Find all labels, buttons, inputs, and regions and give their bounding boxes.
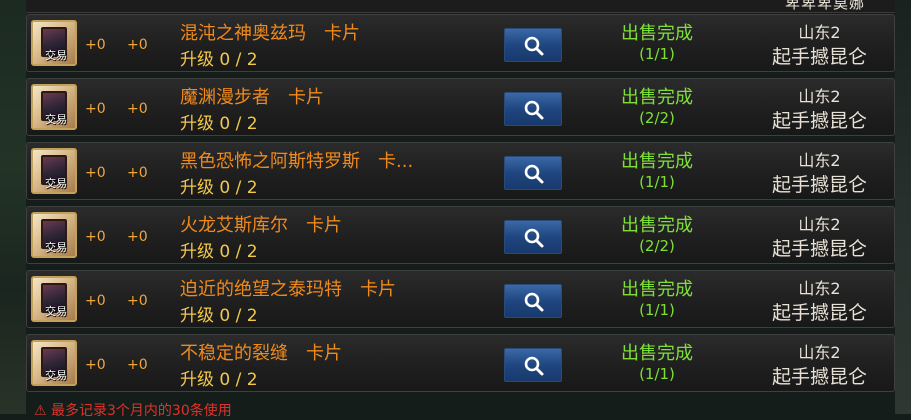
search-button[interactable] — [504, 284, 562, 318]
item-name: 火龙艾斯库尔 卡片 — [180, 215, 342, 236]
enhance-value: +0 — [85, 357, 106, 373]
sale-count: (1/1) — [639, 301, 675, 319]
upgrade-level: 升级 0 / 2 — [180, 370, 258, 390]
transaction-row: 交易 +0 +0 火龙艾斯库尔 卡片 升级 0 / 2 出售完成 (2/2) 山… — [26, 206, 895, 264]
search-button[interactable] — [504, 28, 562, 62]
transaction-row: 交易 +0 +0 迫近的绝望之泰玛特 卡片 升级 0 / 2 出售完成 (1/1… — [26, 270, 895, 328]
refine-value: +0 — [127, 357, 148, 373]
server-name: 山东2 — [798, 87, 841, 106]
upgrade-level: 升级 0 / 2 — [180, 242, 258, 262]
card-item-icon[interactable]: 交易 — [31, 276, 77, 322]
trade-label: 交易 — [45, 241, 67, 254]
trade-label: 交易 — [45, 113, 67, 126]
left-background — [0, 0, 26, 414]
item-name: 黑色恐怖之阿斯特罗斯 卡... — [180, 151, 414, 172]
sale-status: 出售完成 — [621, 215, 693, 236]
enhance-value: +0 — [85, 101, 106, 117]
sale-status: 出售完成 — [621, 87, 693, 108]
player-name: 起手撼昆仑 — [771, 110, 867, 132]
server-name: 山东2 — [798, 279, 841, 298]
transaction-row: 交易 +0 +0 黑色恐怖之阿斯特罗斯 卡... 升级 0 / 2 出售完成 (… — [26, 142, 895, 200]
card-item-icon[interactable]: 交易 — [31, 84, 77, 130]
player-name: 起手撼昆仑 — [771, 366, 867, 388]
server-name: 山东2 — [798, 343, 841, 362]
trade-label: 交易 — [45, 177, 67, 190]
refine-value: +0 — [127, 37, 148, 53]
enhance-value: +0 — [85, 165, 106, 181]
magnifier-icon — [524, 228, 544, 248]
record-limit-note: ⚠ 最多记录3个月内的30条使用 — [34, 403, 232, 419]
item-name: 魔渊漫步者 卡片 — [180, 87, 324, 108]
upgrade-level: 升级 0 / 2 — [180, 178, 258, 198]
player-name: 起手撼昆仑 — [771, 302, 867, 324]
sale-status: 出售完成 — [621, 343, 693, 364]
partial-text: 卑卑卑莫娜 — [784, 0, 865, 12]
upgrade-level: 升级 0 / 2 — [180, 50, 258, 70]
trade-label: 交易 — [45, 369, 67, 382]
search-button[interactable] — [504, 348, 562, 382]
refine-value: +0 — [127, 165, 148, 181]
card-item-icon[interactable]: 交易 — [31, 212, 77, 258]
search-button[interactable] — [504, 92, 562, 126]
magnifier-icon — [524, 36, 544, 56]
item-name: 混沌之神奥兹玛 卡片 — [180, 23, 360, 44]
sale-count: (1/1) — [639, 365, 675, 383]
sale-status: 出售完成 — [621, 151, 693, 172]
sale-count: (1/1) — [639, 45, 675, 63]
right-background — [895, 0, 911, 414]
sale-count: (2/2) — [639, 109, 675, 127]
transaction-list: 交易 +0 +0 混沌之神奥兹玛 卡片 升级 0 / 2 出售完成 (1/1) … — [26, 14, 895, 398]
card-item-icon[interactable]: 交易 — [31, 20, 77, 66]
trade-label: 交易 — [45, 49, 67, 62]
magnifier-icon — [524, 164, 544, 184]
refine-value: +0 — [127, 229, 148, 245]
upgrade-level: 升级 0 / 2 — [180, 306, 258, 326]
upgrade-level: 升级 0 / 2 — [180, 114, 258, 134]
magnifier-icon — [524, 292, 544, 312]
sale-count: (1/1) — [639, 173, 675, 191]
enhance-value: +0 — [85, 293, 106, 309]
refine-value: +0 — [127, 293, 148, 309]
transaction-row: 交易 +0 +0 魔渊漫步者 卡片 升级 0 / 2 出售完成 (2/2) 山东… — [26, 78, 895, 136]
previous-row-edge: 卑卑卑莫娜 — [26, 0, 895, 13]
sale-count: (2/2) — [639, 237, 675, 255]
server-name: 山东2 — [798, 151, 841, 170]
server-name: 山东2 — [798, 23, 841, 42]
search-button[interactable] — [504, 156, 562, 190]
sale-status: 出售完成 — [621, 279, 693, 300]
magnifier-icon — [524, 356, 544, 376]
item-name: 迫近的绝望之泰玛特 卡片 — [180, 279, 396, 300]
trade-label: 交易 — [45, 305, 67, 318]
enhance-value: +0 — [85, 37, 106, 53]
player-name: 起手撼昆仑 — [771, 174, 867, 196]
sale-status: 出售完成 — [621, 23, 693, 44]
transaction-row: 交易 +0 +0 不稳定的裂缝 卡片 升级 0 / 2 出售完成 (1/1) 山… — [26, 334, 895, 392]
search-button[interactable] — [504, 220, 562, 254]
enhance-value: +0 — [85, 229, 106, 245]
refine-value: +0 — [127, 101, 148, 117]
transaction-row: 交易 +0 +0 混沌之神奥兹玛 卡片 升级 0 / 2 出售完成 (1/1) … — [26, 14, 895, 72]
player-name: 起手撼昆仑 — [771, 46, 867, 68]
item-name: 不稳定的裂缝 卡片 — [180, 343, 342, 364]
server-name: 山东2 — [798, 215, 841, 234]
card-item-icon[interactable]: 交易 — [31, 148, 77, 194]
player-name: 起手撼昆仑 — [771, 238, 867, 260]
magnifier-icon — [524, 100, 544, 120]
card-item-icon[interactable]: 交易 — [31, 340, 77, 386]
